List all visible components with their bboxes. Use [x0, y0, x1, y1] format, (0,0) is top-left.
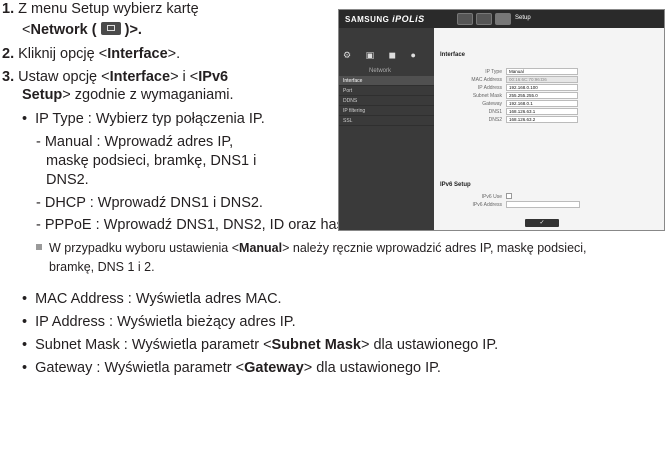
subnet-mask-field[interactable]: 255.255.255.0	[506, 92, 578, 99]
ip-address-field[interactable]: 192.168.0.100	[506, 84, 578, 91]
note: W przypadku wyboru ustawienia <Manual> n…	[36, 240, 587, 257]
step-3-line2: Setup> zgodnie z wymaganiami.	[22, 87, 234, 103]
step-number: 1.	[2, 1, 15, 17]
ip-type-manual-3: DNS2.	[46, 172, 89, 188]
step-text: Z menu Setup wybierz kartę	[18, 1, 199, 17]
field-label: Subnet Mask	[472, 93, 502, 99]
setup-screenshot: SAMSUNG iPOLiS Setup ⚙ ▣ ◼ ● Network Int…	[338, 9, 665, 231]
brand-logo: SAMSUNG iPOLiS	[345, 14, 425, 24]
sidebar-item-ddns[interactable]: DDNS	[339, 96, 434, 106]
step-1: 1. Z menu Setup wybierz kartę	[2, 0, 199, 18]
ipv6-address-field[interactable]	[506, 201, 580, 208]
step-3: 3. Ustaw opcję <Interface> i <IPv6	[2, 69, 229, 85]
sidebar-item-ssl[interactable]: SSL	[339, 116, 434, 126]
ip-type-manual-2: maskę podsieci, bramkę, DNS1 i	[46, 153, 257, 169]
top-bar: SAMSUNG iPOLiS Setup	[339, 10, 664, 28]
ipv6-section-title: IPv6 Setup	[440, 182, 471, 188]
ip-type-select[interactable]: Manual	[506, 68, 578, 75]
field-label: DNS2	[488, 117, 502, 123]
step-2: 2. Kliknij opcję <Interface>.	[2, 46, 181, 62]
sidebar: ⚙ ▣ ◼ ● Network Interface Port DDNS IP f…	[339, 28, 434, 230]
field-label: IP Type	[485, 69, 502, 75]
network-tab-icon	[100, 22, 121, 35]
monitor-icon[interactable]	[457, 13, 473, 25]
bullet-mac: • MAC Address : Wyświetla adres MAC.	[22, 291, 282, 307]
step-1-line2: <Network ( )>.	[22, 22, 142, 38]
field-label: MAC Address	[471, 77, 502, 83]
section-title: Interface	[440, 52, 466, 58]
sidebar-item-port[interactable]: Port	[339, 86, 434, 96]
ip-type-dhcp: - DHCP : Wprowadź DNS1 i DNS2.	[36, 195, 263, 211]
gateway-field[interactable]: 192.168.0.1	[506, 100, 578, 107]
sidebar-header: Network	[369, 68, 392, 74]
field-label: Gateway	[482, 101, 502, 107]
apply-button[interactable]: ✓	[525, 219, 559, 227]
field-label: DNS1	[488, 109, 502, 115]
content-area: Interface IP Type Manual MAC Address 00:…	[434, 28, 664, 230]
sidebar-item-ip-filtering[interactable]: IP filtering	[339, 106, 434, 116]
field-label: IPv6 Address	[472, 202, 502, 208]
mac-address-field: 00:16:6C:70:96:D6	[506, 76, 578, 83]
ip-type-pppoe: - PPPoE : Wprowadź DNS1, DNS2, ID oraz h…	[36, 217, 360, 233]
bullet-dot: •	[22, 111, 28, 127]
field-label: IP Address	[477, 85, 502, 91]
bullet-ip: • IP Address : Wyświetla bieżący adres I…	[22, 314, 296, 330]
playback-icon[interactable]	[476, 13, 492, 25]
bullet-subnet: • Subnet Mask : Wyświetla parametr <Subn…	[22, 337, 499, 353]
note-square-icon	[36, 244, 42, 250]
sidebar-item-interface[interactable]: Interface	[339, 76, 434, 86]
sidebar-icons: ⚙ ▣ ◼ ●	[343, 50, 422, 60]
field-label: IPv6 Use	[481, 194, 502, 200]
ipv6-use-checkbox[interactable]	[506, 193, 512, 199]
gear-icon[interactable]	[495, 13, 511, 25]
page-title: Setup	[515, 15, 531, 21]
note-line2: bramkę, DNS 1 i 2.	[49, 260, 155, 274]
bullet-ip-type: • IP Type : Wybierz typ połączenia IP.	[22, 111, 265, 127]
dns1-field[interactable]: 168.126.63.1	[506, 108, 578, 115]
dns2-field[interactable]: 168.126.63.2	[506, 116, 578, 123]
bullet-gateway: • Gateway : Wyświetla parametr <Gateway>…	[22, 360, 441, 376]
ip-type-manual: - Manual : Wprowadź adres IP,	[36, 134, 234, 150]
